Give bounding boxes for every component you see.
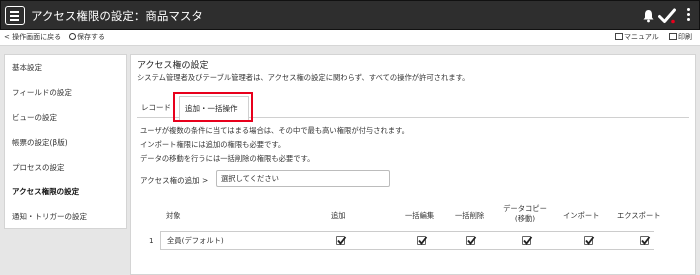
row-border bbox=[160, 249, 654, 250]
tab-record[interactable]: レコード bbox=[137, 96, 180, 118]
print-button-label: 印刷 bbox=[678, 33, 692, 41]
description-line: ユーザが複数の条件に当てはまる場合は、その中で最も高い権限が付与されます。 bbox=[140, 126, 409, 135]
column-header-data-copy: データコピー (移動) bbox=[500, 204, 550, 224]
settings-sidebar: 基本設定 フィールドの設定 ビューの設定 帳票の設定(β版) プロセスの設定 ア… bbox=[4, 54, 127, 229]
checkbox-bulk-delete[interactable] bbox=[466, 236, 477, 245]
tab-add-bulk[interactable]: 追加・一括操作 bbox=[179, 96, 249, 120]
description-line: データの移動を行うには一括削除の権限も必要です。 bbox=[140, 154, 315, 163]
column-header-export: エクスポート bbox=[617, 211, 661, 220]
sidebar-item-process[interactable]: プロセスの設定 bbox=[12, 162, 65, 173]
column-header-import: インポート bbox=[563, 211, 600, 220]
menu-icon[interactable] bbox=[5, 6, 25, 25]
sidebar-item-access[interactable]: アクセス権限の設定 bbox=[12, 186, 79, 197]
back-button[interactable]: < 操作画面に戻る bbox=[4, 32, 61, 42]
add-access-label: アクセス権の追加 > bbox=[140, 176, 209, 185]
checkbox-data-copy[interactable] bbox=[522, 236, 533, 245]
printer-icon bbox=[669, 33, 677, 40]
row-border bbox=[160, 231, 654, 232]
save-button[interactable]: 保存する bbox=[69, 32, 105, 42]
add-access-select[interactable]: 選択してください bbox=[216, 170, 390, 187]
chevron-left-icon: < bbox=[4, 33, 10, 41]
save-button-label: 保存する bbox=[77, 33, 105, 41]
checkbox-import[interactable] bbox=[584, 236, 595, 245]
bell-icon[interactable] bbox=[642, 9, 655, 23]
print-button[interactable]: 印刷 bbox=[669, 32, 692, 42]
manual-button[interactable]: マニュアル bbox=[615, 32, 659, 42]
page-title: アクセス権限の設定：商品マスタ bbox=[31, 9, 203, 23]
section-heading: アクセス権の設定 bbox=[137, 61, 209, 71]
column-header-data-copy-line2: (移動) bbox=[514, 214, 536, 223]
row-target-name: 全員(デフォルト) bbox=[167, 236, 224, 245]
sidebar-item-views[interactable]: ビューの設定 bbox=[12, 112, 57, 123]
column-header-target: 対象 bbox=[166, 211, 181, 220]
more-vertical-icon[interactable] bbox=[685, 8, 691, 24]
sidebar-item-fields[interactable]: フィールドの設定 bbox=[12, 87, 72, 98]
sub-toolbar: < 操作画面に戻る 保存する マニュアル 印刷 bbox=[0, 30, 700, 46]
row-number: 1 bbox=[149, 236, 154, 245]
manual-button-label: マニュアル bbox=[624, 33, 659, 41]
sidebar-item-notifications[interactable]: 通知・トリガーの設定 bbox=[12, 211, 87, 222]
column-header-bulk-edit: 一括編集 bbox=[405, 211, 435, 220]
column-header-add: 追加 bbox=[331, 211, 346, 220]
sidebar-item-forms[interactable]: 帳票の設定(β版) bbox=[12, 137, 68, 148]
checkbox-add[interactable] bbox=[336, 236, 347, 245]
book-icon bbox=[615, 33, 623, 40]
row-border bbox=[160, 231, 161, 250]
checkbox-bulk-edit[interactable] bbox=[417, 236, 428, 245]
column-header-data-copy-line1: データコピー bbox=[503, 204, 547, 213]
admin-note: システム管理者及びテーブル管理者は、アクセス権の設定に関わらず、すべての操作が許… bbox=[137, 73, 470, 82]
tab-divider bbox=[249, 117, 689, 118]
checkbox-export[interactable] bbox=[640, 236, 651, 245]
check-icon[interactable] bbox=[658, 8, 676, 24]
description-line: インポート権限には追加の権限も必要です。 bbox=[140, 140, 286, 149]
sidebar-item-basic[interactable]: 基本設定 bbox=[12, 62, 42, 73]
back-button-label: 操作画面に戻る bbox=[12, 33, 62, 41]
app-header: アクセス権限の設定：商品マスタ bbox=[0, 0, 700, 30]
save-icon bbox=[69, 33, 76, 40]
column-header-bulk-delete: 一括削除 bbox=[455, 211, 485, 220]
